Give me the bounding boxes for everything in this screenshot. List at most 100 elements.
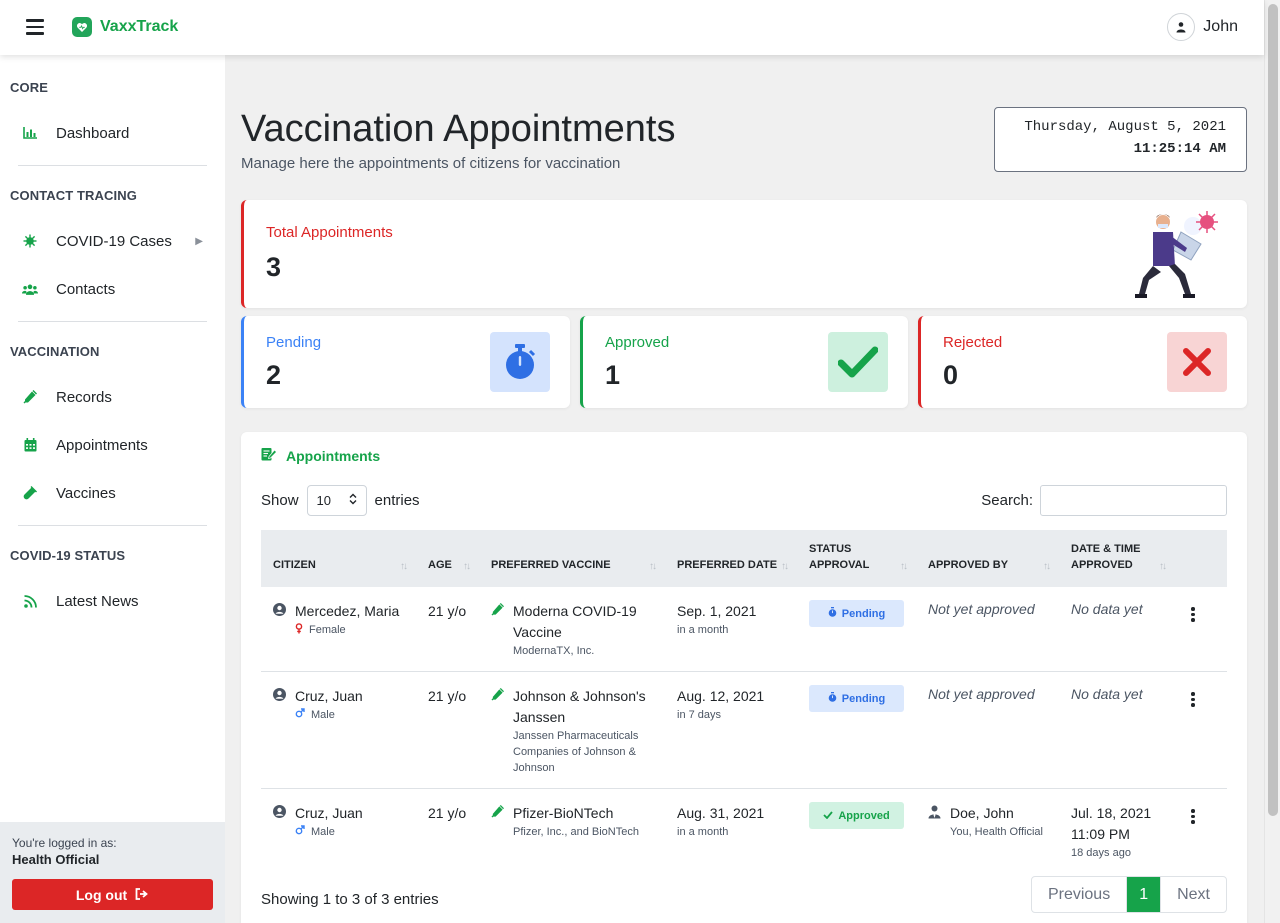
table-row: Mercedez, Maria Female 21 y/o Moderna CO… [261,587,1227,672]
sidebar-item-latest-news[interactable]: Latest News [0,581,225,621]
sort-icon: ↑↓ [900,561,908,572]
table-row: Cruz, Juan Male 21 y/o Pfizer-BioNTech P… [261,789,1227,879]
user-circle-icon [273,603,286,616]
status-badge-label: Approved [838,809,890,822]
sidebar-divider [18,165,207,166]
top-navbar: VaxxTrack John [0,0,1264,55]
sidebar-item-label: Vaccines [56,484,116,502]
vial-icon [22,485,38,501]
vaccine-name-cont: Janssen [513,709,566,725]
sidebar-heading-vaccination: VACCINATION [10,344,100,359]
preferred-date: Aug. 12, 2021 [677,688,765,704]
rejected-label: Rejected [943,334,1003,351]
shield-heart-icon [72,17,92,37]
entries-select-value: 10 [316,493,331,508]
stopwatch-icon [828,692,837,705]
search-input[interactable] [1040,485,1227,516]
user-circle-icon [273,805,286,818]
preferred-date-relative: in a month [677,826,729,838]
col-header-preferred-date[interactable]: PREFERRED DATE ↑↓ [665,530,797,587]
more-options-icon[interactable] [1187,607,1199,622]
sidebar-item-vaccines[interactable]: Vaccines [0,473,225,513]
pending-card: Pending 2 [241,316,570,408]
more-options-icon[interactable] [1187,692,1199,707]
citizen-gender: Male [311,708,335,721]
sidebar-heading-core: CORE [10,80,48,95]
caret-right-icon: ▶ [195,235,203,247]
brand-name: VaxxTrack [100,18,179,35]
total-appointments-label: Total Appointments [266,224,393,241]
virus-icon [22,233,38,249]
stopwatch-icon [828,607,837,620]
user-menu[interactable]: John [1167,13,1238,41]
more-options-icon[interactable] [1187,809,1199,824]
sort-icon: ↑↓ [463,561,471,572]
citizen-name[interactable]: Mercedez, Maria [295,601,399,622]
vaccine-name: Johnson & Johnson's [513,688,646,704]
pending-value: 2 [266,360,282,390]
sidebar-divider [18,525,207,526]
rejected-card: Rejected 0 [918,316,1247,408]
scrollbar-thumb[interactable] [1268,4,1278,816]
col-header-status-approval[interactable]: STATUS APPROVAL ↑↓ [797,530,916,587]
col-header-label: AGE [428,559,452,571]
bar-chart-icon [22,125,38,141]
approved-relative: 18 days ago [1071,847,1131,859]
sidebar-item-records[interactable]: Records [0,377,225,417]
approved-by: Doe, John [950,805,1014,821]
clock-date: Thursday, August 5, 2021 [1024,119,1226,135]
calendar-icon [22,437,38,453]
check-icon [828,332,888,392]
col-header-preferred-vaccine[interactable]: PREFERRED VACCINE ↑↓ [479,530,665,587]
edit-document-icon [261,447,277,464]
col-header-date-time-approved[interactable]: DATE & TIME APPROVED ↑↓ [1059,530,1175,587]
citizen-age: 21 y/o [428,603,467,619]
col-header-approved-by[interactable]: APPROVED BY ↑↓ [916,530,1059,587]
menu-toggle-icon[interactable] [26,19,44,35]
col-header-actions [1175,530,1227,587]
sort-icon: ↑↓ [649,561,657,572]
sidebar-item-appointments[interactable]: Appointments [0,425,225,465]
date-time-clock: Thursday, August 5, 2021 11:25:14 AM [994,107,1247,172]
date-time-approved: No data yet [1071,686,1143,702]
page-1-button[interactable]: 1 [1126,877,1162,912]
user-tie-icon [928,805,941,819]
sidebar: CORE Dashboard CONTACT TRACING COVID-19 … [0,55,225,923]
citizen-gender: Male [311,825,335,838]
vaccination-illustration [1135,208,1221,300]
brand[interactable]: VaxxTrack [72,17,178,37]
page-scrollbar[interactable] [1264,0,1280,923]
citizen-name[interactable]: Cruz, Juan [295,686,363,707]
col-header-citizen[interactable]: CITIZEN ↑↓ [261,530,416,587]
next-page-button[interactable]: Next [1161,877,1226,912]
sidebar-item-dashboard[interactable]: Dashboard [0,113,225,153]
approved-by: Not yet approved [928,601,1035,617]
pending-label: Pending [266,334,322,351]
male-icon [295,708,305,721]
sidebar-item-contacts[interactable]: Contacts [0,269,225,309]
sidebar-item-label: Contacts [56,280,116,298]
col-header-label: APPROVAL [809,559,870,571]
logout-button[interactable]: Log out [12,879,213,910]
logout-label: Log out [75,886,128,903]
rejected-value: 0 [943,360,959,390]
status-badge: Pending [809,600,904,627]
sidebar-footer: You're logged in as: Health Official Log… [0,822,225,923]
date-time-approved: Jul. 18, 2021 [1071,805,1152,821]
col-header-label: APPROVED [1071,559,1133,571]
sidebar-item-label: Records [56,388,112,406]
status-badge: Approved [809,802,904,829]
previous-page-button[interactable]: Previous [1032,877,1126,912]
col-header-age[interactable]: AGE ↑↓ [416,530,479,587]
sidebar-heading-contact-tracing: CONTACT TRACING [10,188,137,203]
sidebar-divider [18,321,207,322]
citizen-name[interactable]: Cruz, Juan [295,803,363,824]
status-badge: Pending [809,685,904,712]
appointments-card-title: Appointments [261,447,380,464]
syringe-icon [491,688,504,701]
entries-select[interactable]: 10 [306,485,367,516]
preferred-date: Aug. 31, 2021 [677,805,765,821]
sidebar-item-covid-cases[interactable]: COVID-19 Cases ▶ [0,221,225,261]
female-icon [295,623,303,637]
date-time-approved: No data yet [1071,601,1143,617]
